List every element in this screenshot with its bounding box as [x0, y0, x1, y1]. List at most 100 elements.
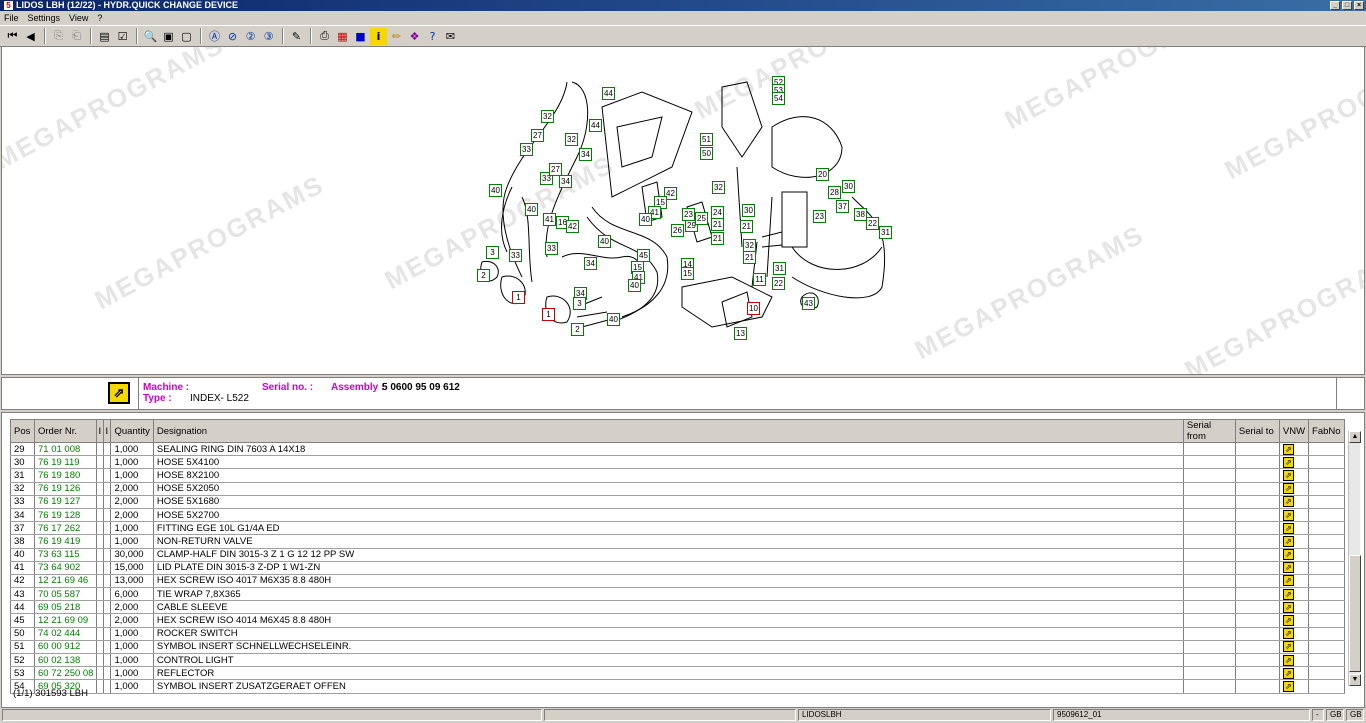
callout-marker[interactable]: 31: [773, 262, 786, 275]
callout-marker[interactable]: 40: [628, 279, 641, 292]
callout-marker[interactable]: 23: [813, 210, 826, 223]
callout-marker[interactable]: 33: [520, 143, 533, 156]
vnw-link-icon[interactable]: ⇗: [1282, 535, 1294, 547]
callout-marker[interactable]: 32: [712, 181, 725, 194]
callout-marker[interactable]: 30: [742, 204, 755, 217]
vnw-link-icon[interactable]: ⇗: [1282, 562, 1294, 574]
callout-marker[interactable]: 50: [700, 147, 713, 160]
table-row[interactable]: 54 69 05 320 1,000 SYMBOL INSERT ZUSATZGERA…: [10, 679, 1345, 694]
scroll-thumb[interactable]: [1349, 555, 1361, 672]
callout-marker[interactable]: 34: [559, 175, 572, 188]
info-icon[interactable]: i: [370, 27, 387, 45]
vnw-link-icon[interactable]: ⇗: [1282, 483, 1294, 495]
callout-marker[interactable]: 34: [579, 148, 592, 161]
vnw-link-icon[interactable]: ⇗: [1282, 575, 1294, 587]
table-row[interactable]: 44 69 05 218 2,000 CABLE SLEEVE ⇗: [10, 600, 1345, 615]
forward-icon[interactable]: ⎗: [68, 28, 85, 45]
callout-marker[interactable]: 21: [743, 251, 756, 264]
print-list-icon[interactable]: ▤: [96, 28, 113, 45]
vnw-link-icon[interactable]: ⇗: [1282, 654, 1294, 666]
table-row[interactable]: 30 76 19 119 1,000 HOSE 5X4100 ⇗: [10, 455, 1345, 470]
callout-marker[interactable]: 13: [734, 327, 747, 340]
col-i1[interactable]: I: [96, 419, 105, 443]
assembly-icon[interactable]: ⇗: [108, 382, 130, 404]
callout-marker-highlighted[interactable]: 1: [512, 291, 525, 304]
scroll-up-button[interactable]: ▲: [1349, 431, 1361, 443]
table-row[interactable]: 29 71 01 008 1,000 SEALING RING DIN 7603 A …: [10, 442, 1345, 457]
vnw-link-icon[interactable]: ⇗: [1282, 522, 1294, 534]
table-row[interactable]: 50 74 02 444 1,000 ROCKER SWITCH ⇗: [10, 627, 1345, 641]
col-serial-from[interactable]: Serial from: [1182, 419, 1236, 443]
vnw-link-icon[interactable]: ⇗: [1282, 680, 1294, 692]
table-row[interactable]: 43 70 05 587 6,000 TIE WRAP 7,8X365 ⇗: [10, 587, 1345, 602]
callout-marker[interactable]: 43: [802, 297, 815, 310]
callout-marker[interactable]: 11: [753, 273, 766, 286]
vnw-link-icon[interactable]: ⇗: [1282, 456, 1294, 468]
vnw-link-icon[interactable]: ⇗: [1282, 496, 1294, 508]
table-row[interactable]: 34 76 19 128 2,000 HOSE 5X2700 ⇗: [10, 508, 1345, 523]
menu-settings[interactable]: Settings: [28, 13, 61, 23]
vnw-link-icon[interactable]: ⇗: [1282, 549, 1294, 561]
callout-marker[interactable]: 2: [571, 323, 584, 336]
col-order-nr[interactable]: Order Nr.: [33, 419, 98, 443]
callout-marker[interactable]: 42: [566, 220, 579, 233]
close-button[interactable]: ×: [1354, 1, 1364, 10]
callout-marker[interactable]: 25: [695, 212, 708, 225]
callout-marker[interactable]: 2: [477, 269, 490, 282]
page-icon[interactable]: ▣: [160, 28, 177, 45]
page-alt-icon[interactable]: ▢: [178, 28, 195, 45]
callout-marker[interactable]: 27: [531, 129, 544, 142]
menu-view[interactable]: View: [69, 13, 88, 23]
grid-icon[interactable]: ▦: [334, 28, 351, 45]
callout-marker[interactable]: 34: [584, 257, 597, 270]
vnw-link-icon[interactable]: ⇗: [1282, 601, 1294, 613]
minimize-button[interactable]: _: [1330, 1, 1340, 10]
vnw-link-icon[interactable]: ⇗: [1282, 667, 1294, 679]
vnw-link-icon[interactable]: ⇗: [1282, 628, 1294, 640]
table-row[interactable]: 31 76 19 180 1,000 HOSE 8X2100 ⇗: [10, 468, 1345, 483]
table-row[interactable]: 38 76 19 419 1,000 NON-RETURN VALVE ⇗: [10, 534, 1345, 549]
checklist-icon[interactable]: ☑: [114, 28, 131, 45]
callout-marker[interactable]: 22: [772, 277, 785, 290]
vnw-link-icon[interactable]: ⇗: [1282, 615, 1294, 627]
book-icon[interactable]: ❖: [406, 28, 423, 45]
scroll-down-button[interactable]: ▼: [1349, 674, 1361, 686]
table-row[interactable]: 40 73 63 115 30,000 CLAMP-HALF DIN 3015-3 Z…: [10, 548, 1345, 562]
callout-marker[interactable]: 32: [541, 110, 554, 123]
callout-marker[interactable]: 15: [681, 267, 694, 280]
vnw-link-icon[interactable]: ⇗: [1282, 443, 1294, 455]
callout-marker[interactable]: 33: [509, 249, 522, 262]
col-fabno[interactable]: FabNo: [1308, 419, 1345, 443]
callout-marker[interactable]: 26: [671, 224, 684, 237]
callout-marker[interactable]: 44: [602, 87, 615, 100]
maximize-button[interactable]: □: [1342, 1, 1352, 10]
table-row[interactable]: 33 76 19 127 2,000 HOSE 5X1680 ⇗: [10, 495, 1345, 509]
vnw-link-icon[interactable]: ⇗: [1282, 469, 1294, 481]
callout-marker[interactable]: 3: [486, 246, 499, 259]
callout-marker-highlighted[interactable]: 1: [542, 308, 555, 321]
callout-marker[interactable]: 40: [489, 184, 502, 197]
callout-marker[interactable]: 40: [639, 213, 652, 226]
menu-file[interactable]: File: [4, 13, 19, 23]
zoom-icon[interactable]: 🔍: [142, 28, 159, 45]
col-designation[interactable]: Designation: [152, 419, 1184, 443]
table-row[interactable]: 51 60 00 912 1,000 SYMBOL INSERT SCHNELLWEC…: [10, 640, 1345, 655]
vnw-link-icon[interactable]: ⇗: [1282, 509, 1294, 521]
search-2-icon[interactable]: ②: [242, 28, 259, 45]
table-row[interactable]: 53 60 72 250 08 1,000 REFLECTOR ⇗: [10, 666, 1345, 681]
table-row[interactable]: 32 76 19 126 2,000 HOSE 5X2050 ⇗: [10, 482, 1345, 496]
callout-marker[interactable]: 33: [545, 242, 558, 255]
exploded-drawing[interactable]: MEGAPROGRAMS MEGAPROGRAMS MEGAPROGRAMS M…: [1, 46, 1365, 375]
callout-marker[interactable]: 22: [866, 217, 879, 230]
callout-marker[interactable]: 30: [842, 180, 855, 193]
callout-marker-highlighted[interactable]: 10: [747, 302, 760, 315]
table-row[interactable]: 41 73 64 902 15,000 LID PLATE DIN 3015-3 Z-…: [10, 561, 1345, 575]
help-icon[interactable]: ?: [424, 28, 441, 45]
callout-marker[interactable]: 31: [879, 226, 892, 239]
table-row[interactable]: 45 12 21 69 09 2,000 HEX SCREW ISO 4014 M6X…: [10, 613, 1345, 628]
edit-icon[interactable]: ✎: [288, 28, 305, 45]
vnw-link-icon[interactable]: ⇗: [1282, 641, 1294, 653]
callout-marker[interactable]: 20: [816, 168, 829, 181]
printer-icon[interactable]: ⎙: [316, 28, 333, 45]
first-page-icon[interactable]: ⏮: [4, 28, 21, 45]
